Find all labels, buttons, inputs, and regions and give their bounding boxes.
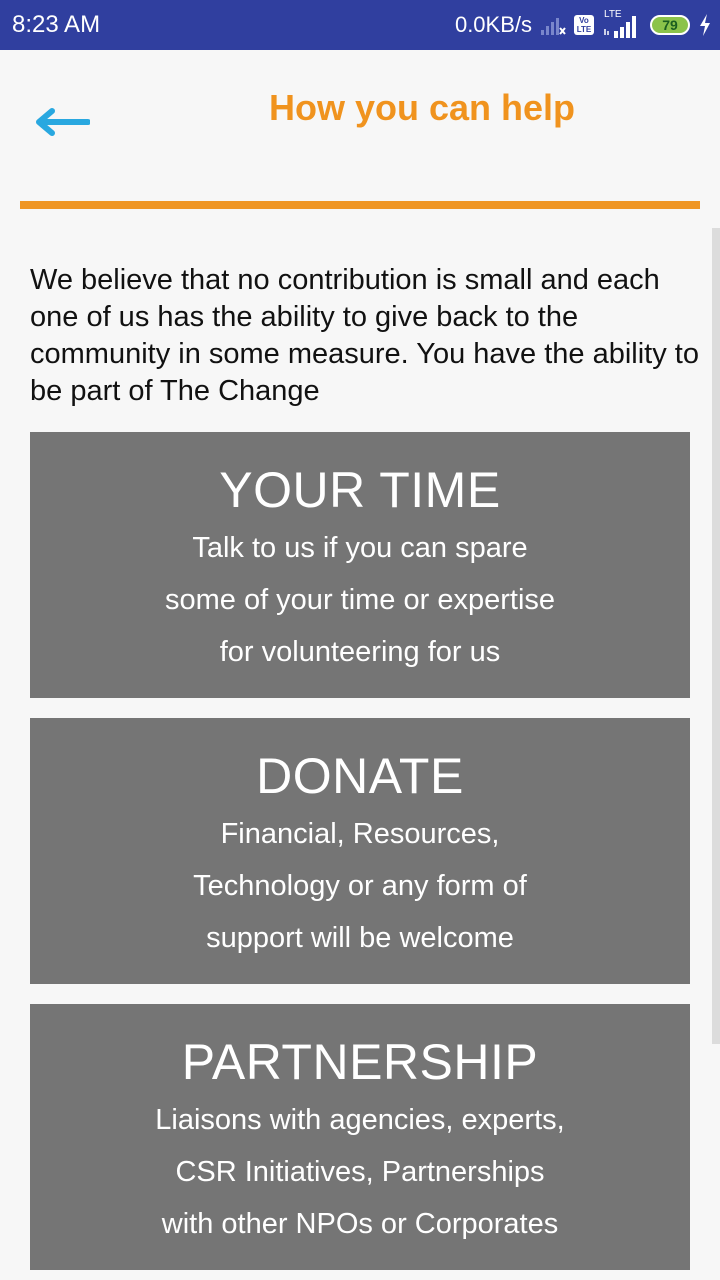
card-line: Financial, Resources, [220,818,500,850]
card-title: YOUR TIME [219,462,501,518]
network-speed: 0.0KB/s [454,12,532,37]
card-title: DONATE [256,748,464,804]
header-divider [20,201,700,209]
card-line: Talk to us if you can spare [192,532,528,564]
back-button[interactable] [30,100,94,144]
volte-icon: Vo LTE [574,15,594,35]
card-description: Financial, Resources, Technology or any … [30,808,690,964]
signal-weak-icon [541,18,566,35]
card-your-time[interactable]: YOUR TIME Talk to us if you can spare so… [30,432,690,698]
card-line: with other NPOs or Corporates [161,1208,559,1240]
page-title-wrap: How you can help [100,84,720,132]
charging-bolt-icon [700,14,710,36]
app-header: How you can help [0,50,720,200]
battery-level: 79 [662,17,678,33]
scrollbar[interactable] [712,228,720,1044]
card-partnership[interactable]: PARTNERSHIP Liaisons with agencies, expe… [30,1004,690,1270]
status-icons: 0.0KB/s Vo LTE LTE 79 [455,9,712,41]
card-line: Liaisons with agencies, experts, [155,1104,565,1136]
card-line: CSR Initiatives, Partnerships [175,1156,545,1188]
battery-icon: 79 [650,15,690,35]
card-line: some of your time or expertise [164,584,556,616]
card-line: support will be welcome [206,922,514,954]
status-time: 8:23 AM [12,11,101,38]
card-title: PARTNERSHIP [181,1034,539,1090]
status-bar: 8:23 AM 0.0KB/s Vo LTE LTE 79 [0,0,720,50]
arrow-left-icon [36,108,90,136]
card-line: Technology or any form of [193,870,527,902]
lte-signal-icon: LTE [602,9,642,39]
intro-text: We believe that no contribution is small… [30,264,699,407]
page-title: How you can help [268,87,576,128]
card-donate[interactable]: DONATE Financial, Resources, Technology … [30,718,690,984]
card-description: Talk to us if you can spare some of your… [30,522,690,678]
card-line: for volunteering for us [219,636,501,668]
card-description: Liaisons with agencies, experts, CSR Ini… [30,1094,690,1250]
